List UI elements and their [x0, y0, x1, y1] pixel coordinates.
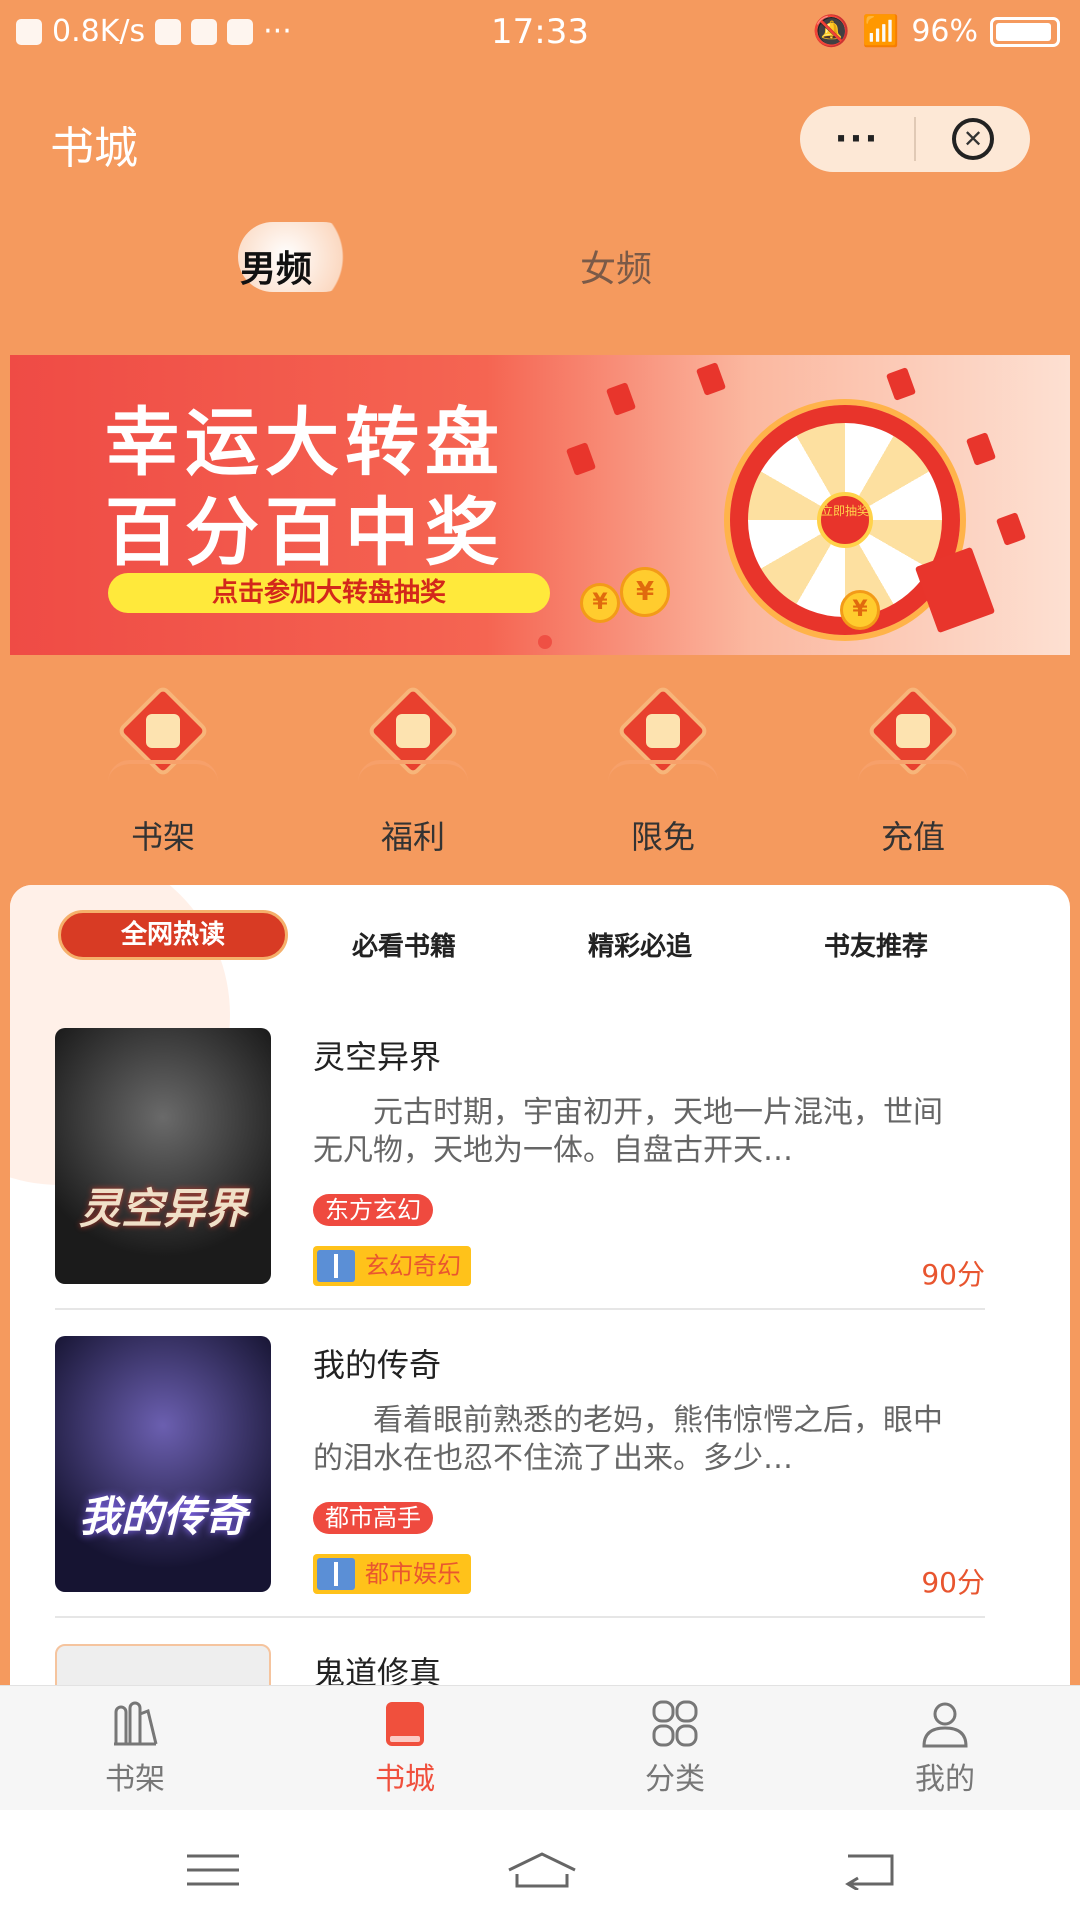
- coin-icon: ¥: [620, 567, 670, 617]
- banner-subheadline: 百分百中奖: [105, 490, 505, 576]
- red-envelope-icon: [605, 382, 637, 416]
- red-envelope-icon: [885, 367, 917, 401]
- genre-tag: 东方玄幻: [313, 1194, 433, 1226]
- book-icon: [317, 1250, 355, 1282]
- home-icon[interactable]: [505, 1850, 579, 1890]
- wifi-icon: 📶: [861, 14, 900, 49]
- book-icon: [380, 1700, 430, 1748]
- wheel-hub: 立即抽奖: [817, 492, 873, 548]
- mute-icon: 🔕: [812, 14, 850, 49]
- book-score: 90分: [921, 1258, 985, 1291]
- cover-title: 灵空异界: [78, 1184, 247, 1233]
- tab-hot[interactable]: 全网热读: [58, 910, 288, 960]
- quick-entry-label: 限免: [630, 818, 695, 856]
- tab-bookshelf[interactable]: 书架: [65, 1700, 205, 1798]
- tab-must-follow[interactable]: 精彩必追: [588, 926, 692, 963]
- cover-title: 我的传奇: [78, 1492, 247, 1541]
- divider: [55, 1616, 985, 1618]
- red-envelope-icon: [565, 442, 597, 476]
- book-cover: 我的传奇: [55, 1336, 271, 1592]
- tab-label: 分类: [645, 1762, 705, 1797]
- tab-category[interactable]: 分类: [605, 1700, 745, 1798]
- page-title: 书城: [50, 123, 138, 174]
- coin-icon: ¥: [840, 590, 880, 630]
- quick-entry-free[interactable]: 限免: [588, 684, 738, 858]
- book-title: 鬼道修真: [313, 1654, 442, 1685]
- battery-icon: [990, 16, 1060, 47]
- tab-female-channel[interactable]: 女频: [580, 240, 652, 292]
- quick-entry-label: 书架: [130, 818, 195, 856]
- bottom-tab-bar: 书架 书城 分类 我的: [0, 1685, 1080, 1810]
- book-cover: 灵空异界: [55, 1028, 271, 1284]
- coin-icon: ¥: [580, 583, 620, 623]
- quick-entry-label: 福利: [380, 818, 445, 856]
- book-score: 90分: [921, 1566, 985, 1599]
- tab-label: 书架: [105, 1762, 165, 1797]
- tab-bookstore[interactable]: 书城: [335, 1700, 475, 1798]
- user-icon: [920, 1700, 970, 1748]
- book-description: 元古时期，宇宙初开，天地一片混沌，世间无凡物，天地为一体。自盘古开天…: [313, 1095, 943, 1168]
- book-list-card: 全网热读 必看书籍 精彩必追 书友推荐 灵空异界 灵空异界 元古时期，宇宙初开，…: [10, 885, 1070, 1685]
- tab-recommend[interactable]: 书友推荐: [824, 926, 928, 963]
- menu-icon[interactable]: [183, 1850, 243, 1890]
- more-button[interactable]: ···: [800, 119, 914, 159]
- book-title: 灵空异界: [313, 1038, 442, 1076]
- book-title: 我的传奇: [313, 1346, 442, 1384]
- book-cover: [55, 1644, 271, 1685]
- genre-tag: 都市高手: [313, 1502, 433, 1534]
- tab-label: 我的: [915, 1762, 975, 1797]
- carousel-indicator: [538, 635, 552, 649]
- quick-entry-bookshelf[interactable]: 书架: [88, 684, 238, 858]
- red-envelope-icon: [965, 432, 997, 466]
- tab-must-read[interactable]: 必看书籍: [352, 926, 456, 963]
- close-button[interactable]: ✕: [916, 118, 1030, 160]
- close-icon: ✕: [952, 118, 994, 160]
- divider: [55, 1308, 985, 1310]
- system-nav-bar: [0, 1810, 1080, 1920]
- gong-icon: [608, 684, 718, 800]
- book-item[interactable]: 鬼道修真: [55, 1644, 985, 1685]
- ranking-tabs: 全网热读 必看书籍 精彩必追 书友推荐: [10, 910, 1070, 970]
- gift-icon: [358, 684, 468, 800]
- red-envelope-icon: [695, 362, 727, 396]
- book-icon: [317, 1558, 355, 1590]
- book-description: 看着眼前熟悉的老妈，熊伟惊愕之后，眼中的泪水在也忍不住流了出来。多少…: [313, 1403, 943, 1476]
- tab-male-channel[interactable]: 男频: [240, 240, 312, 292]
- bookshelf-icon: [110, 1700, 160, 1748]
- quick-entry-label: 充值: [880, 818, 945, 856]
- red-envelope-icon: [995, 512, 1027, 546]
- money-bag-icon: [858, 684, 968, 800]
- book-item[interactable]: 灵空异界 灵空异界 元古时期，宇宙初开，天地一片混沌，世间无凡物，天地为一体。自…: [55, 1028, 985, 1328]
- quick-entry-welfare[interactable]: 福利: [338, 684, 488, 858]
- bookshelf-icon: [108, 684, 218, 800]
- category-badge: 都市娱乐: [313, 1554, 471, 1594]
- tab-label: 书城: [375, 1762, 435, 1797]
- battery-percent: 96%: [911, 14, 978, 49]
- book-item[interactable]: 我的传奇 我的传奇 看着眼前熟悉的老妈，熊伟惊愕之后，眼中的泪水在也忍不住流了出…: [55, 1336, 985, 1636]
- category-badge: 玄幻奇幻: [313, 1246, 471, 1286]
- back-icon[interactable]: [840, 1850, 900, 1892]
- lucky-wheel-banner[interactable]: 幸运大转盘 百分百中奖 点击参加大转盘抽奖 立即抽奖 ¥ ¥ ¥: [10, 355, 1070, 655]
- quick-entry-recharge[interactable]: 充值: [838, 684, 988, 858]
- banner-cta[interactable]: 点击参加大转盘抽奖: [108, 573, 550, 613]
- status-bar: 0.8K/s ··· 17:33 🔕 📶 96%: [0, 0, 1080, 64]
- tab-mine[interactable]: 我的: [875, 1700, 1015, 1798]
- mini-program-capsule: ··· ✕: [800, 106, 1030, 172]
- category-icon: [650, 1700, 700, 1748]
